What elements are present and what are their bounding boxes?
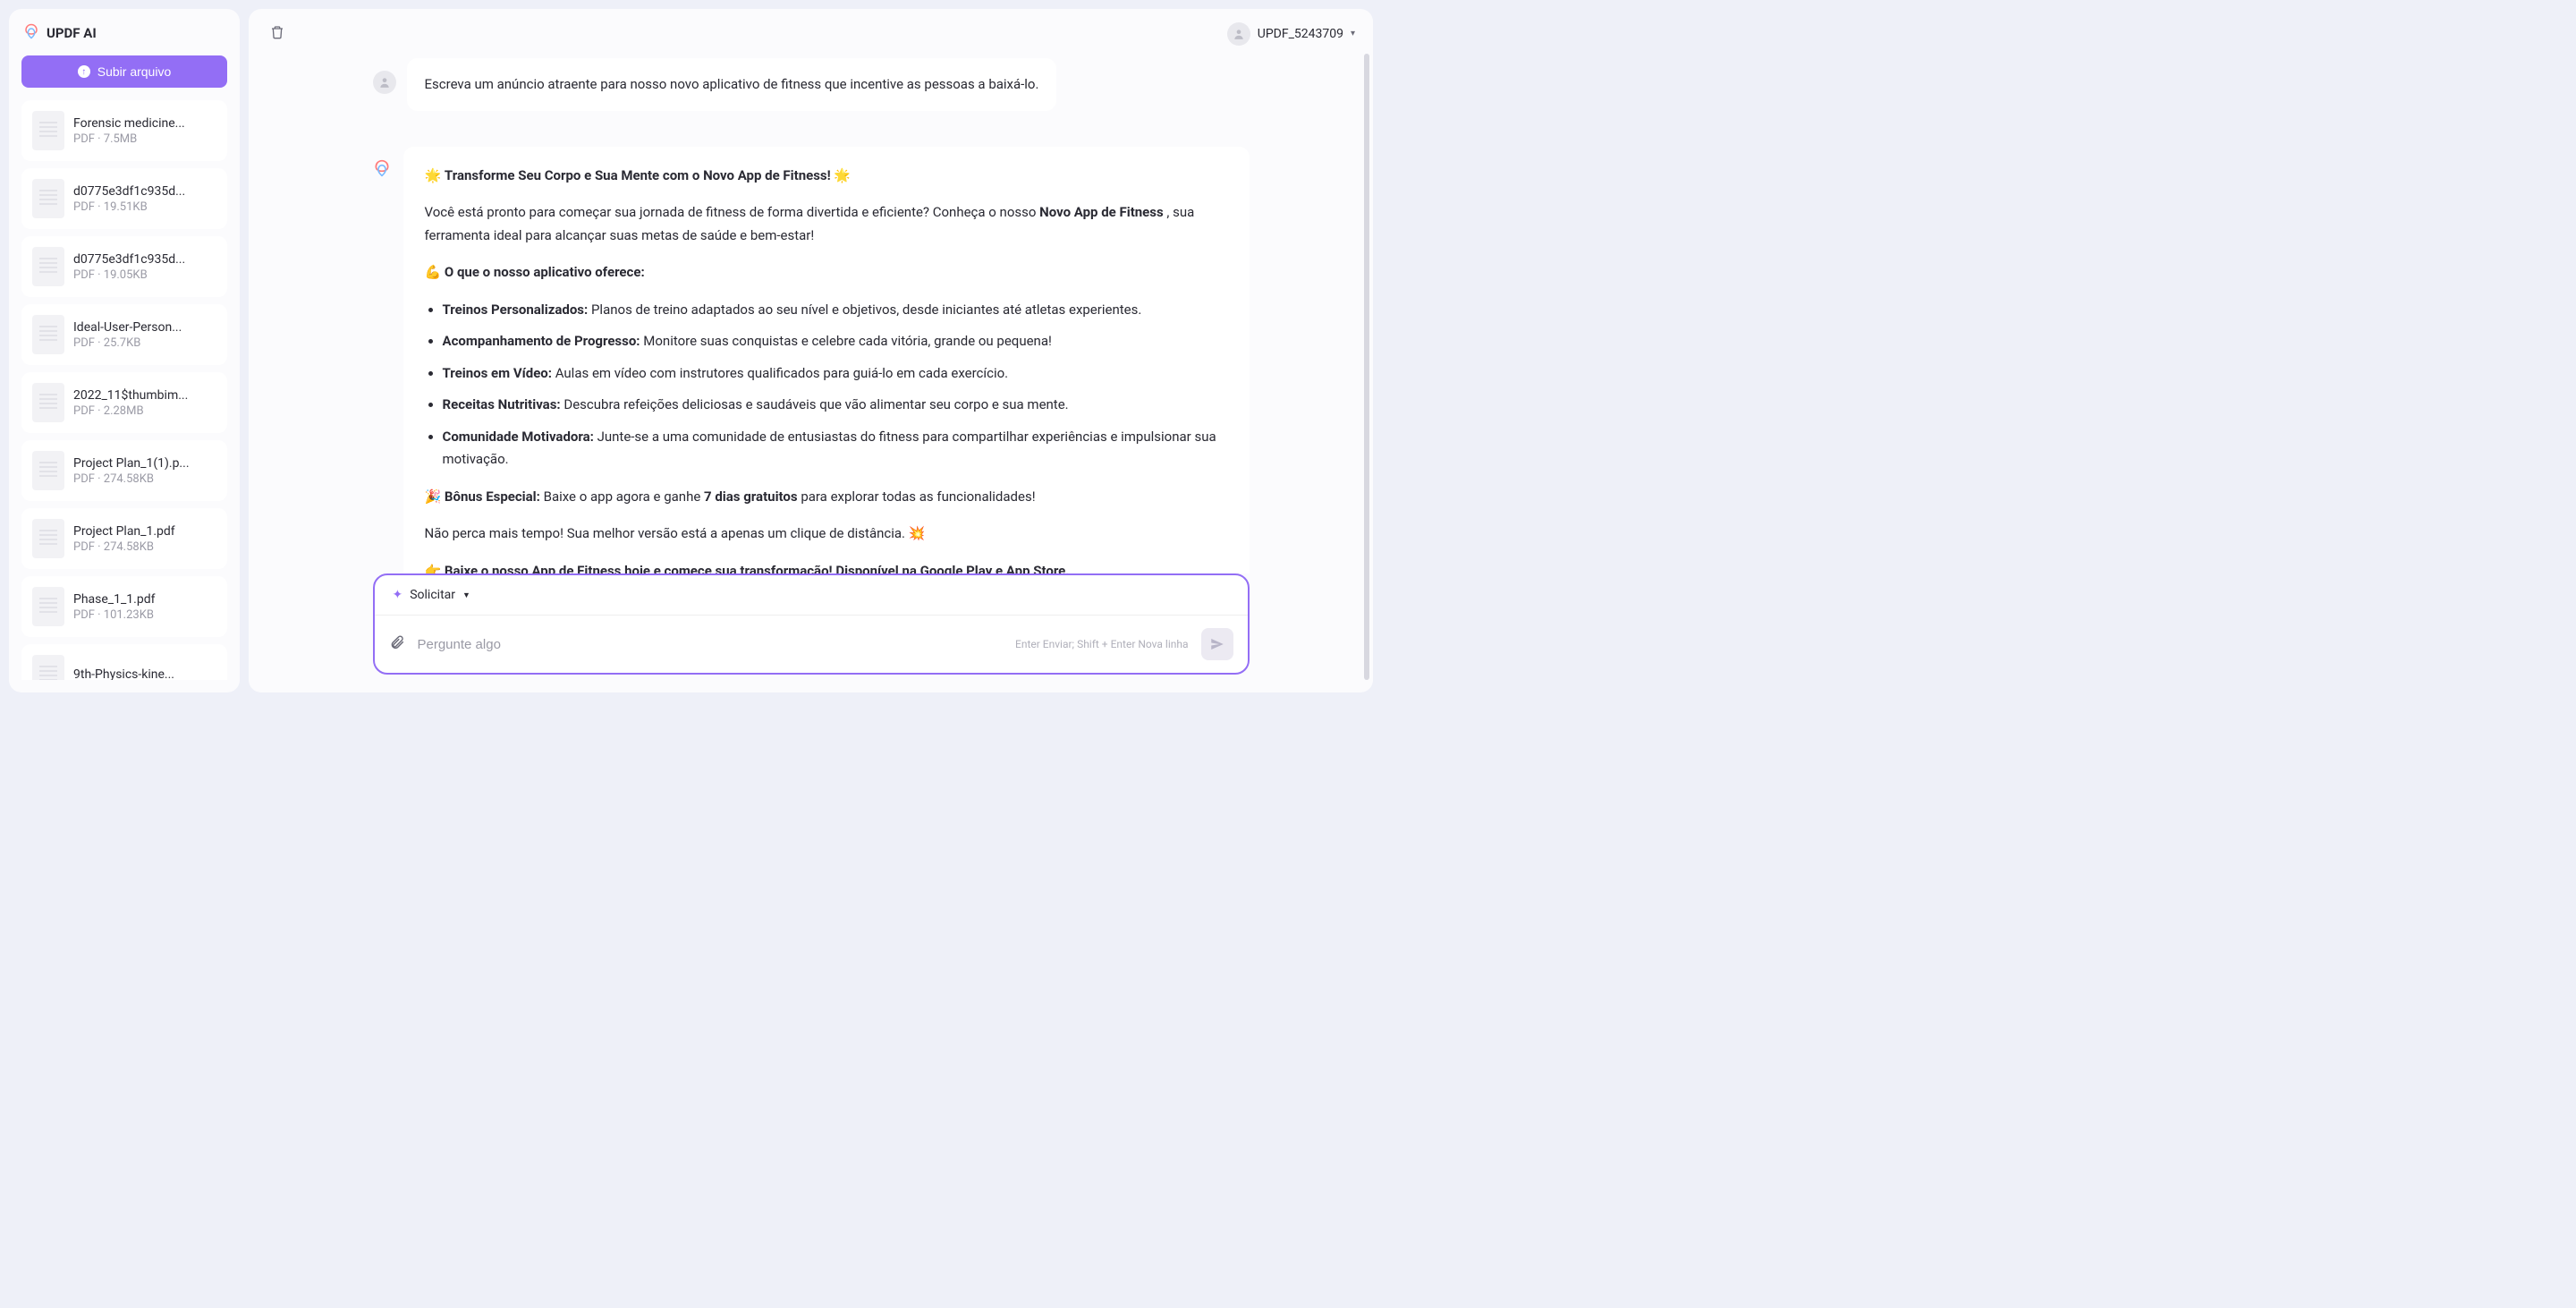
file-name: 2022_11$thumbim... [73, 388, 216, 403]
send-button[interactable] [1201, 628, 1233, 660]
input-hint: Enter Enviar; Shift + Enter Nova linha [1015, 638, 1189, 650]
file-icon [32, 587, 64, 626]
file-icon [32, 383, 64, 422]
main-header: UPDF_5243709 ▾ [249, 9, 1373, 58]
feature-item: Treinos em Vídeo: Aulas em vídeo com ins… [443, 362, 1228, 386]
upload-button[interactable]: Subir arquivo [21, 55, 227, 88]
file-name: Phase_1_1.pdf [73, 592, 216, 607]
user-menu[interactable]: UPDF_5243709 ▾ [1227, 22, 1355, 46]
scrollbar[interactable] [1364, 54, 1369, 675]
file-meta: PDF · 19.05KB [73, 268, 216, 282]
file-item[interactable]: d0775e3df1c935d...PDF · 19.05KB [21, 236, 227, 297]
file-item[interactable]: Project Plan_1.pdfPDF · 274.58KB [21, 508, 227, 569]
feature-item: Comunidade Motivadora: Junte-se a uma co… [443, 426, 1228, 471]
feature-item: Acompanhamento de Progresso: Monitore su… [443, 330, 1228, 353]
main-panel: UPDF_5243709 ▾ Escreva um anúncio atraen… [249, 9, 1373, 692]
file-meta: PDF · 274.58KB [73, 472, 216, 486]
feature-item: Treinos Personalizados: Planos de treino… [443, 299, 1228, 322]
user-message-text: Escreva um anúncio atraente para nosso n… [407, 58, 1057, 111]
file-meta: PDF · 274.58KB [73, 540, 216, 554]
caret-down-icon: ▼ [462, 590, 470, 600]
user-message: Escreva um anúncio atraente para nosso n… [373, 58, 1250, 111]
feature-list: Treinos Personalizados: Planos de treino… [425, 299, 1228, 471]
feature-item: Receitas Nutritivas: Descubra refeições … [443, 394, 1228, 417]
attach-button[interactable] [389, 634, 405, 655]
file-meta: PDF · 19.51KB [73, 200, 216, 214]
file-item[interactable]: 2022_11$thumbim...PDF · 2.28MB [21, 372, 227, 433]
scrollbar-thumb[interactable] [1364, 54, 1369, 680]
avatar-icon [1227, 22, 1250, 46]
ai-logo-icon [373, 159, 393, 179]
ai-message: 🌟 Transforme Seu Corpo e Sua Mente com o… [373, 147, 1250, 574]
file-icon [32, 451, 64, 490]
request-selector[interactable]: ✦ Solicitar ▼ [375, 575, 1248, 616]
file-item[interactable]: Project Plan_1(1).p...PDF · 274.58KB [21, 440, 227, 501]
file-meta: PDF · 2.28MB [73, 404, 216, 418]
file-name: Project Plan_1.pdf [73, 524, 216, 539]
file-item[interactable]: d0775e3df1c935d...PDF · 19.51KB [21, 168, 227, 229]
file-icon [32, 655, 64, 680]
delete-button[interactable] [267, 21, 288, 46]
file-item[interactable]: Phase_1_1.pdfPDF · 101.23KB [21, 576, 227, 637]
input-box: ✦ Solicitar ▼ Enter Enviar; Shift + Ente… [373, 573, 1250, 675]
ai-message-content: 🌟 Transforme Seu Corpo e Sua Mente com o… [403, 147, 1250, 574]
username-label: UPDF_5243709 [1258, 27, 1343, 41]
file-meta: PDF · 25.7KB [73, 336, 216, 350]
file-icon [32, 179, 64, 218]
app-logo-icon [23, 23, 39, 43]
file-item[interactable]: Ideal-User-Person...PDF · 25.7KB [21, 304, 227, 365]
file-name: d0775e3df1c935d... [73, 252, 216, 267]
file-icon [32, 111, 64, 150]
file-list: Forensic medicine...PDF · 7.5MB d0775e3df… [21, 100, 227, 680]
file-name: 9th-Physics-kine... [73, 667, 216, 680]
sparkle-icon: ✦ [393, 588, 403, 602]
file-meta: PDF · 7.5MB [73, 132, 216, 146]
chat-input[interactable] [418, 637, 1004, 652]
file-name: d0775e3df1c935d... [73, 184, 216, 199]
chat-scroll-area[interactable]: Escreva um anúncio atraente para nosso n… [249, 58, 1373, 573]
file-meta: PDF · 101.23KB [73, 608, 216, 622]
file-item[interactable]: 9th-Physics-kine... [21, 644, 227, 680]
upload-icon [78, 65, 90, 78]
file-name: Project Plan_1(1).p... [73, 456, 216, 471]
app-title: UPDF AI [47, 25, 97, 41]
file-name: Ideal-User-Person... [73, 320, 216, 335]
upload-button-label: Subir arquivo [97, 64, 172, 79]
user-avatar-icon [373, 71, 396, 94]
input-area: ✦ Solicitar ▼ Enter Enviar; Shift + Ente… [249, 573, 1373, 692]
file-icon [32, 315, 64, 354]
file-item[interactable]: Forensic medicine...PDF · 7.5MB [21, 100, 227, 161]
request-label: Solicitar [410, 588, 455, 602]
file-name: Forensic medicine... [73, 116, 216, 131]
chevron-down-icon: ▾ [1351, 29, 1355, 38]
sidebar: UPDF AI Subir arquivo Forensic medicine.… [9, 9, 240, 692]
file-icon [32, 247, 64, 286]
file-icon [32, 519, 64, 558]
sidebar-header: UPDF AI [21, 21, 227, 45]
